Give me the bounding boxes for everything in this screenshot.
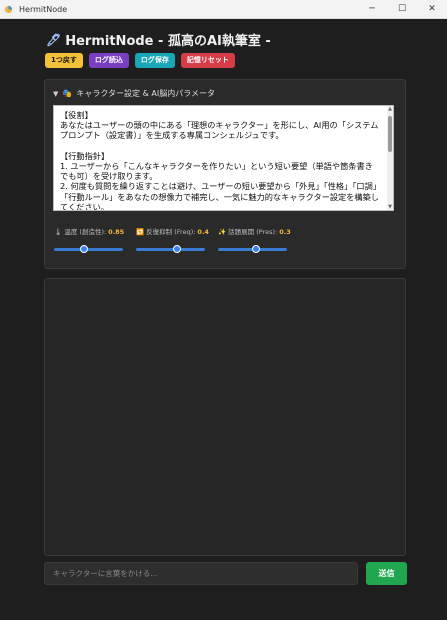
param-value: 0.85: [108, 228, 125, 236]
settings-panel-title: キャラクター設定 & AI脳内パラメータ: [76, 89, 215, 98]
presence-slider[interactable]: [218, 244, 287, 254]
window-title: HermitNode: [19, 4, 68, 14]
scroll-up-icon[interactable]: ▲: [387, 106, 393, 112]
slider-knob[interactable]: [251, 245, 260, 253]
param-label: 温度 (創造性):: [64, 228, 107, 236]
repeat-icon: 🔁: [136, 228, 145, 236]
temperature-slider[interactable]: [54, 244, 123, 254]
sparkle-icon: ✨: [218, 228, 227, 236]
toolbar: 1つ戻す ログ読込 ログ保存 記憶リセット: [45, 53, 235, 68]
load-log-button[interactable]: ログ読込: [88, 53, 129, 68]
triangle-down-icon: ▼: [53, 89, 59, 98]
minimize-button[interactable]: ─: [357, 0, 387, 18]
maximize-button[interactable]: ☐: [387, 0, 417, 18]
chat-log-area[interactable]: [44, 278, 406, 556]
scroll-down-icon[interactable]: ▼: [387, 204, 393, 210]
param-label: 反復抑制 (Freq):: [146, 228, 196, 236]
close-button[interactable]: ✕: [417, 0, 447, 18]
param-temperature: 🌡 温度 (創造性): 0.85: [54, 226, 124, 254]
param-presence: ✨ 話題展開 (Pres): 0.3: [218, 226, 291, 254]
send-button[interactable]: 送信: [366, 562, 407, 585]
save-log-button[interactable]: ログ保存: [134, 53, 175, 68]
pen-icon: 🖊: [46, 32, 62, 47]
thermometer-icon: 🌡: [54, 228, 63, 236]
undo-button[interactable]: 1つ戻す: [45, 53, 83, 68]
prompt-scrollbar[interactable]: ▲ ▼: [387, 106, 393, 210]
character-settings-icon: 🎭: [62, 89, 73, 98]
frequency-slider[interactable]: [136, 244, 205, 254]
message-input[interactable]: [44, 562, 358, 585]
slider-knob[interactable]: [79, 245, 88, 253]
ai-params: 🌡 温度 (創造性): 0.85 🔁 反復抑制 (Freq): 0.4 ✨ 話題展開…: [54, 226, 291, 254]
settings-panel: ▼ 🎭 キャラクター設定 & AI脳内パラメータ 【役割】 あなたはユーザーの頭…: [44, 79, 406, 269]
param-value: 0.4: [197, 228, 209, 236]
slider-knob[interactable]: [172, 245, 181, 253]
reset-memory-button[interactable]: 記憶リセット: [180, 53, 235, 68]
param-frequency: 🔁 反復抑制 (Freq): 0.4: [136, 226, 209, 254]
param-label: 話題展開 (Pres):: [228, 228, 278, 236]
scrollbar-thumb[interactable]: [388, 116, 392, 152]
app-logo-icon: [4, 5, 13, 14]
param-value: 0.3: [279, 228, 291, 236]
settings-panel-toggle[interactable]: ▼ 🎭 キャラクター設定 & AI脳内パラメータ: [53, 88, 215, 99]
window-titlebar: HermitNode ─ ☐ ✕: [0, 0, 447, 19]
page-title: 🖊 HermitNode - 孤高のAI執筆室 -: [46, 30, 271, 50]
page-title-text: HermitNode - 孤高のAI執筆室 -: [65, 34, 271, 49]
composer: 送信: [44, 562, 407, 585]
system-prompt-textarea[interactable]: 【役割】 あなたはユーザーの頭の中にある「理想のキャラクター」を形にし、AI用の…: [53, 105, 394, 211]
